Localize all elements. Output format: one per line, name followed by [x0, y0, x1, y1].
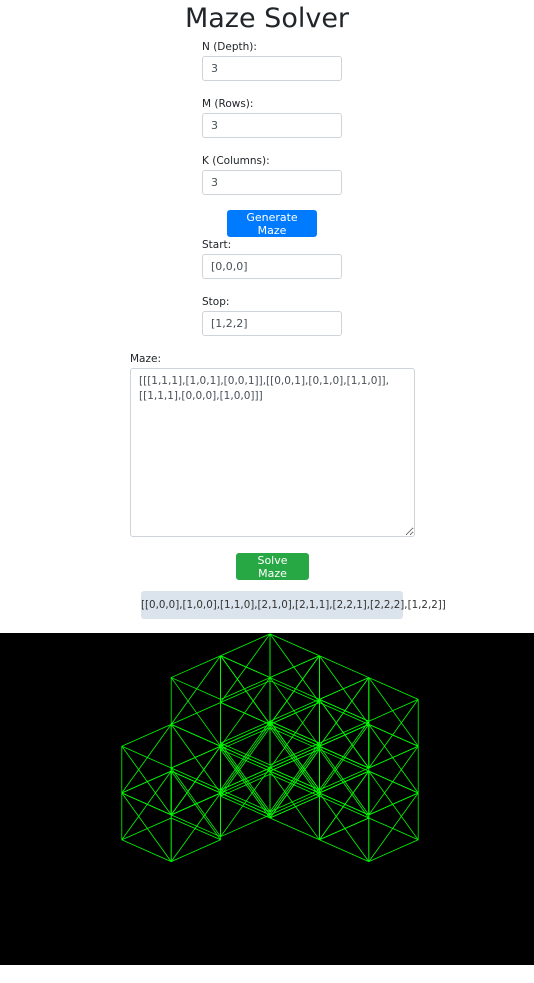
start-field-group: Start:	[202, 238, 342, 279]
stop-input[interactable]	[202, 311, 342, 336]
start-input[interactable]	[202, 254, 342, 279]
solve-maze-button[interactable]: Solve Maze	[236, 553, 309, 580]
maze-3d-viewer[interactable]	[0, 633, 534, 965]
stop-field-group: Stop:	[202, 295, 342, 336]
solution-path: [[0,0,0],[1,0,0],[1,1,0],[2,1,0],[2,1,1]…	[141, 591, 446, 619]
columns-label: K (Columns):	[202, 155, 270, 167]
generate-maze-button[interactable]: Generate Maze	[227, 210, 317, 237]
depth-field-group: N (Depth):	[202, 40, 342, 81]
depth-label: N (Depth):	[202, 41, 257, 53]
page-title: Maze Solver	[184, 3, 350, 34]
rows-input[interactable]	[202, 113, 342, 138]
maze-field-group: Maze: [[[1,1,1],[1,0,1],[0,0,1]],[[0,0,1…	[130, 352, 415, 541]
maze-wireframe	[121, 633, 419, 863]
maze-label: Maze:	[130, 353, 162, 365]
rows-label: M (Rows):	[202, 98, 254, 110]
start-label: Start:	[202, 239, 232, 251]
rows-field-group: M (Rows):	[202, 97, 342, 138]
columns-field-group: K (Columns):	[202, 154, 342, 195]
maze-textarea[interactable]: [[[1,1,1],[1,0,1],[0,0,1]],[[0,0,1],[0,1…	[130, 368, 415, 537]
depth-input[interactable]	[202, 56, 342, 81]
columns-input[interactable]	[202, 170, 342, 195]
stop-label: Stop:	[202, 296, 230, 308]
wireframe-canvas	[121, 633, 419, 863]
